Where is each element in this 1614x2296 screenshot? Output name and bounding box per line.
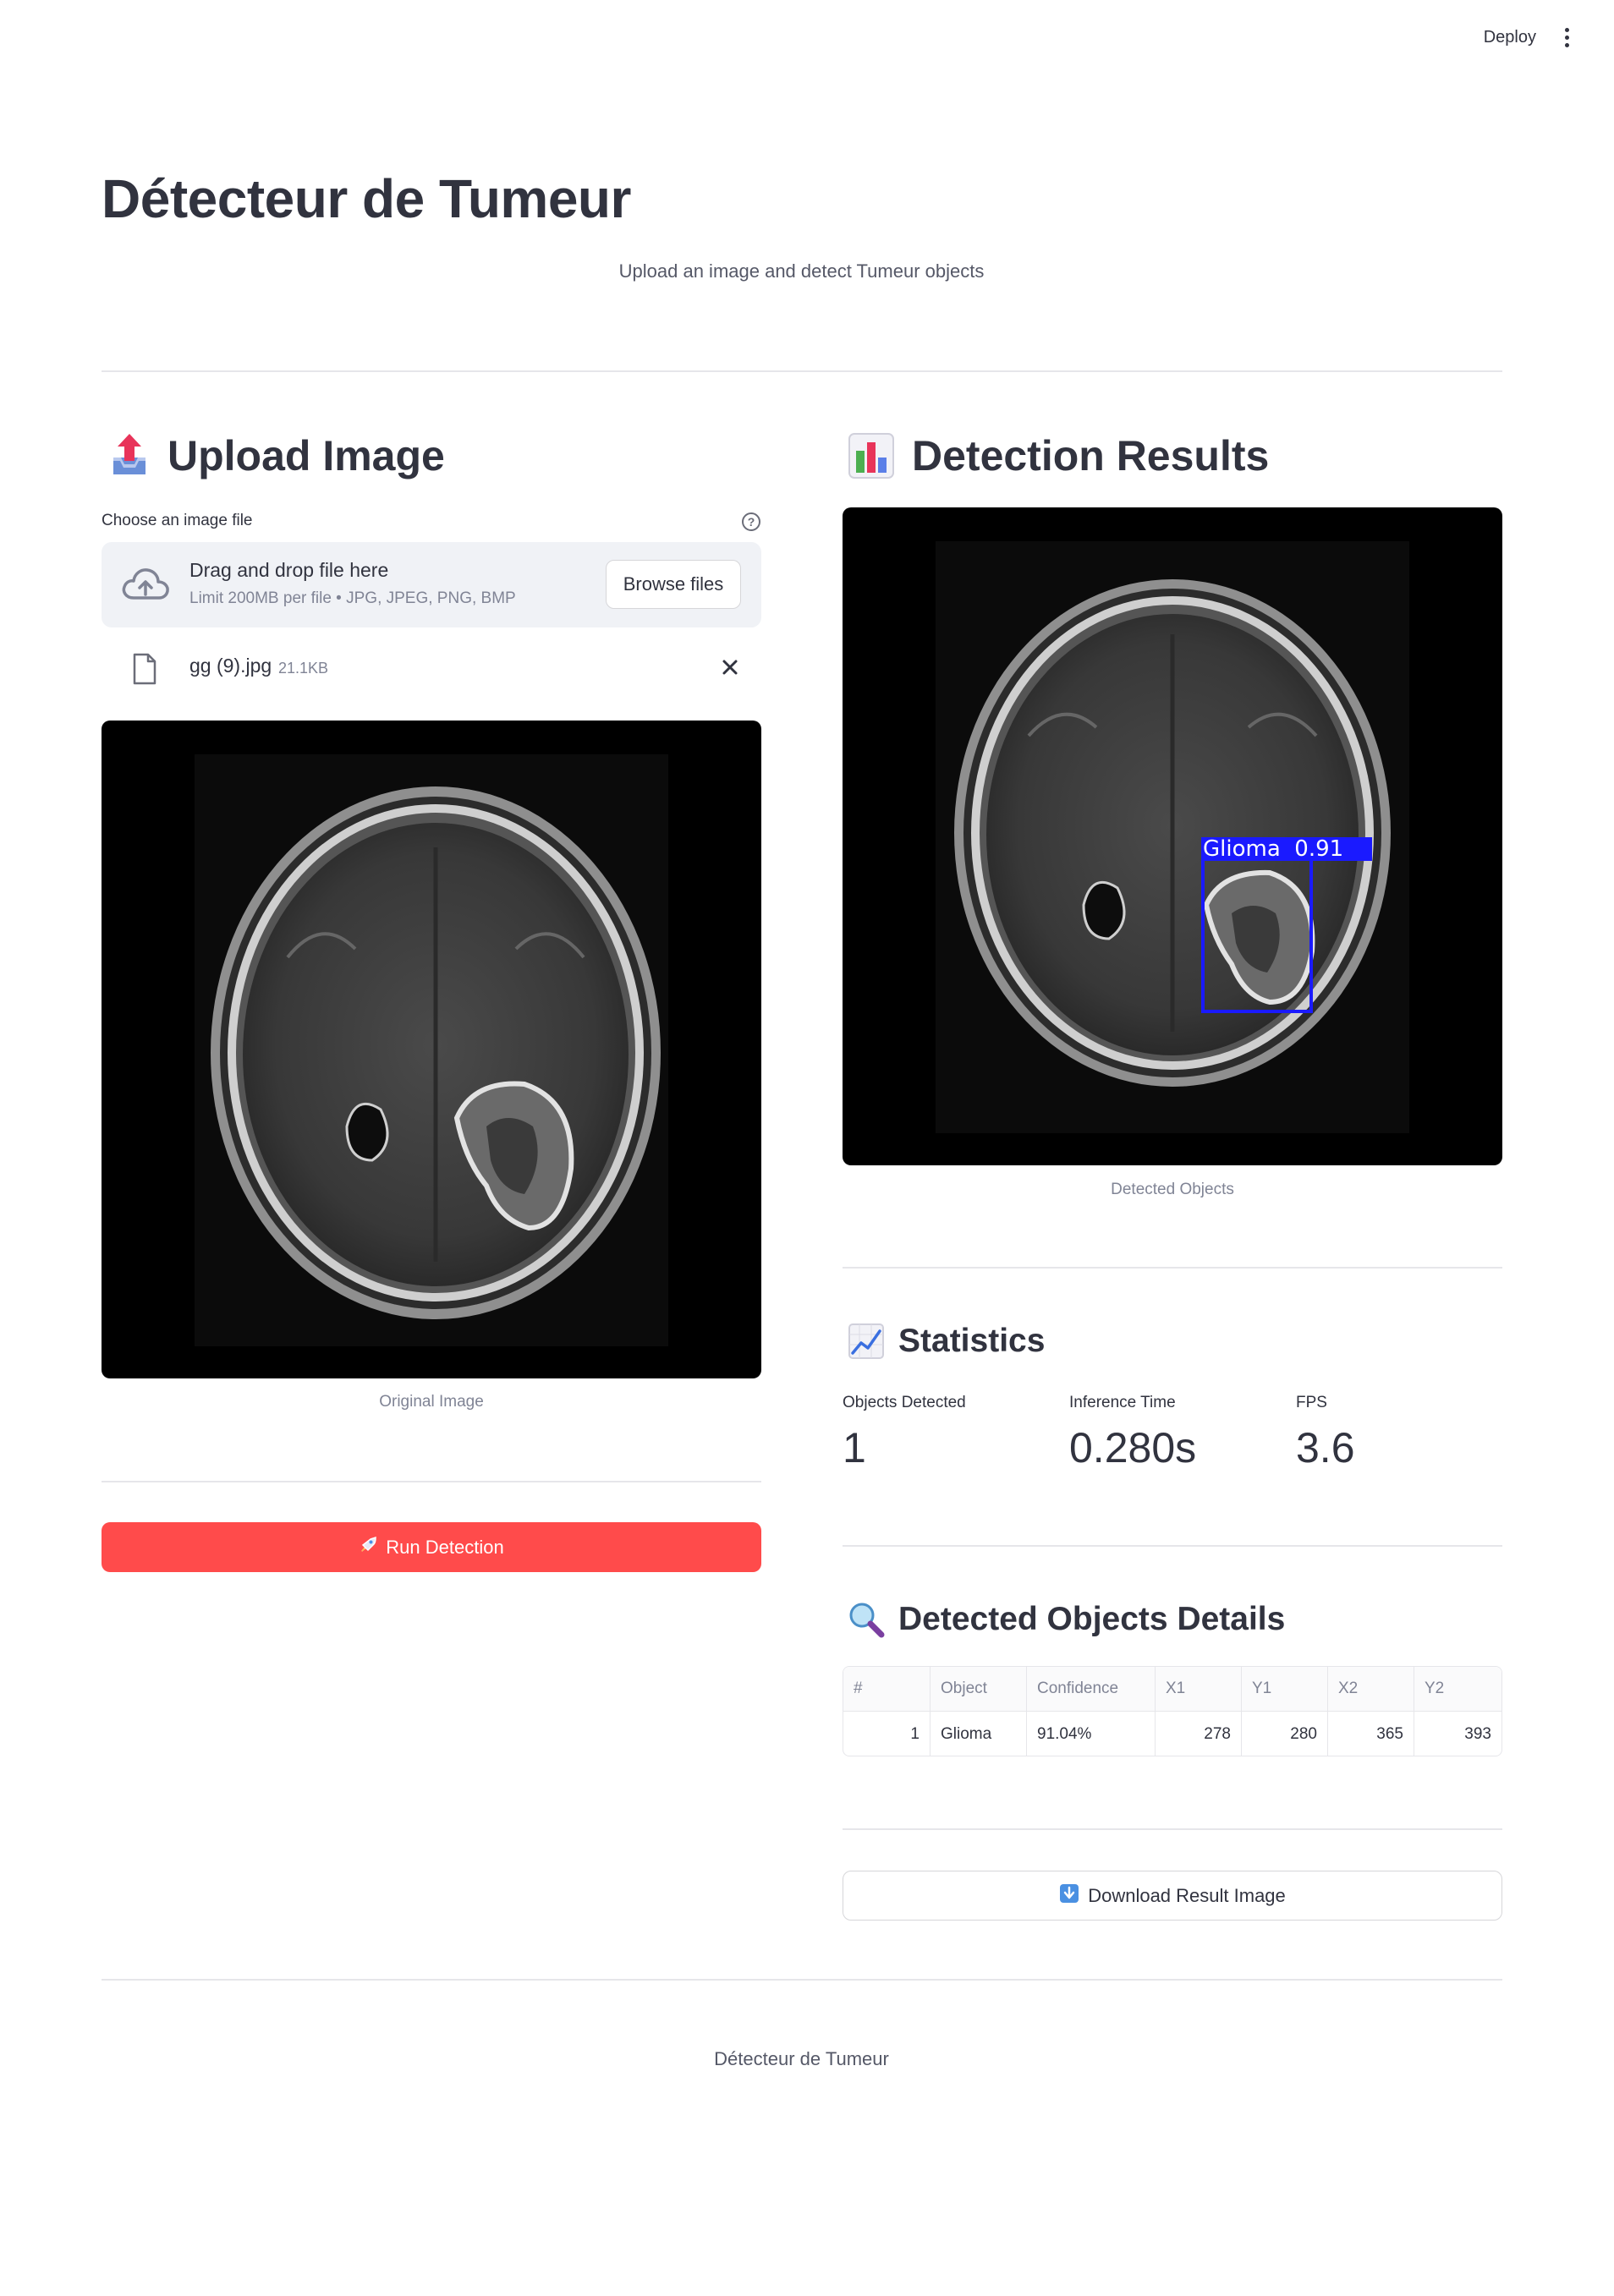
- divider: [102, 1481, 761, 1482]
- metric-objects-value: 1: [843, 1424, 866, 1471]
- details-heading: Detected Objects Details: [848, 1601, 1285, 1638]
- upload-limit-text: Limit 200MB per file • JPG, JPEG, PNG, B…: [189, 589, 516, 607]
- rocket-icon: [359, 1536, 377, 1559]
- footer-text: Détecteur de Tumeur: [714, 2048, 889, 2069]
- results-heading: Detection Results: [848, 431, 1269, 480]
- detected-image-caption: Detected Objects: [1111, 1181, 1234, 1198]
- page-subtitle: Upload an image and detect Tumeur object…: [618, 260, 985, 282]
- chart-increasing-icon: [848, 1323, 885, 1360]
- statistics-heading: Statistics: [848, 1323, 1045, 1360]
- close-icon[interactable]: [717, 655, 743, 680]
- column-header[interactable]: Y2: [1414, 1667, 1501, 1711]
- table-cell-y1[interactable]: 280: [1242, 1712, 1328, 1756]
- top-toolbar: Deploy: [1484, 22, 1577, 52]
- table-row: 1 Glioma 91.04% 278 280 365 393: [843, 1712, 1501, 1756]
- help-icon[interactable]: ?: [742, 512, 760, 531]
- table-cell-x1[interactable]: 278: [1156, 1712, 1242, 1756]
- bar-chart-icon: [848, 432, 895, 479]
- detection-box-label: Glioma 0.91: [1201, 837, 1372, 861]
- column-header[interactable]: Confidence: [1027, 1667, 1156, 1711]
- column-header[interactable]: X1: [1156, 1667, 1242, 1711]
- metric-fps-label: FPS: [1296, 1394, 1327, 1411]
- details-heading-text: Detected Objects Details: [898, 1601, 1286, 1637]
- upload-heading-text: Upload Image: [167, 432, 445, 479]
- divider: [843, 1267, 1502, 1269]
- detections-table[interactable]: # Object Confidence X1 Y1 X2 Y2 1 Glioma…: [843, 1666, 1502, 1756]
- upload-heading: Upload Image: [108, 431, 445, 480]
- divider: [102, 370, 1502, 372]
- metric-fps-value: 3.6: [1296, 1424, 1355, 1471]
- cloud-upload-icon: [120, 566, 171, 607]
- run-detection-label: Run Detection: [386, 1536, 504, 1558]
- metric-objects-label: Objects Detected: [843, 1394, 966, 1411]
- table-cell-x2[interactable]: 365: [1328, 1712, 1414, 1756]
- column-header[interactable]: Y1: [1242, 1667, 1328, 1711]
- drop-instructions: Drag and drop file here: [189, 559, 389, 581]
- column-header[interactable]: X2: [1328, 1667, 1414, 1711]
- table-cell-confidence[interactable]: 91.04%: [1027, 1712, 1156, 1756]
- statistics-heading-text: Statistics: [898, 1323, 1046, 1359]
- file-name: gg (9).jpg: [189, 655, 272, 677]
- run-detection-button[interactable]: Run Detection: [102, 1522, 761, 1572]
- down-arrow-icon: [1059, 1883, 1079, 1909]
- table-cell-object[interactable]: Glioma: [931, 1712, 1027, 1756]
- results-heading-text: Detection Results: [912, 432, 1270, 479]
- page-title: Détecteur de Tumeur: [102, 168, 631, 229]
- table-cell-y2[interactable]: 393: [1414, 1712, 1501, 1756]
- original-image-caption: Original Image: [379, 1393, 484, 1411]
- metric-inference-label: Inference Time: [1069, 1394, 1176, 1411]
- file-size: 21.1KB: [278, 660, 329, 677]
- original-image: [102, 721, 761, 1378]
- download-result-button[interactable]: Download Result Image: [843, 1871, 1502, 1921]
- file-uploader-label: Choose an image file: [102, 512, 253, 529]
- divider: [843, 1828, 1502, 1830]
- main-menu-icon[interactable]: [1556, 22, 1577, 52]
- download-label: Download Result Image: [1088, 1884, 1286, 1906]
- footer-divider: [102, 1979, 1502, 1981]
- outbox-tray-icon: [108, 432, 151, 479]
- table-cell-index[interactable]: 1: [843, 1712, 931, 1756]
- deploy-button[interactable]: Deploy: [1484, 28, 1536, 47]
- uploaded-file-item: gg (9).jpg 21.1KB: [102, 643, 761, 693]
- file-dropzone[interactable]: Drag and drop file here Limit 200MB per …: [102, 542, 761, 627]
- detection-bounding-box: [1201, 858, 1313, 1013]
- detection-result-image: Glioma 0.91: [843, 507, 1502, 1165]
- magnifying-glass-icon: [848, 1601, 885, 1638]
- table-header-row: # Object Confidence X1 Y1 X2 Y2: [843, 1667, 1501, 1712]
- divider: [843, 1545, 1502, 1547]
- column-header[interactable]: Object: [931, 1667, 1027, 1711]
- column-header[interactable]: #: [843, 1667, 931, 1711]
- browse-files-button[interactable]: Browse files: [606, 560, 741, 609]
- file-icon: [132, 653, 157, 689]
- metric-inference-value: 0.280s: [1069, 1424, 1197, 1471]
